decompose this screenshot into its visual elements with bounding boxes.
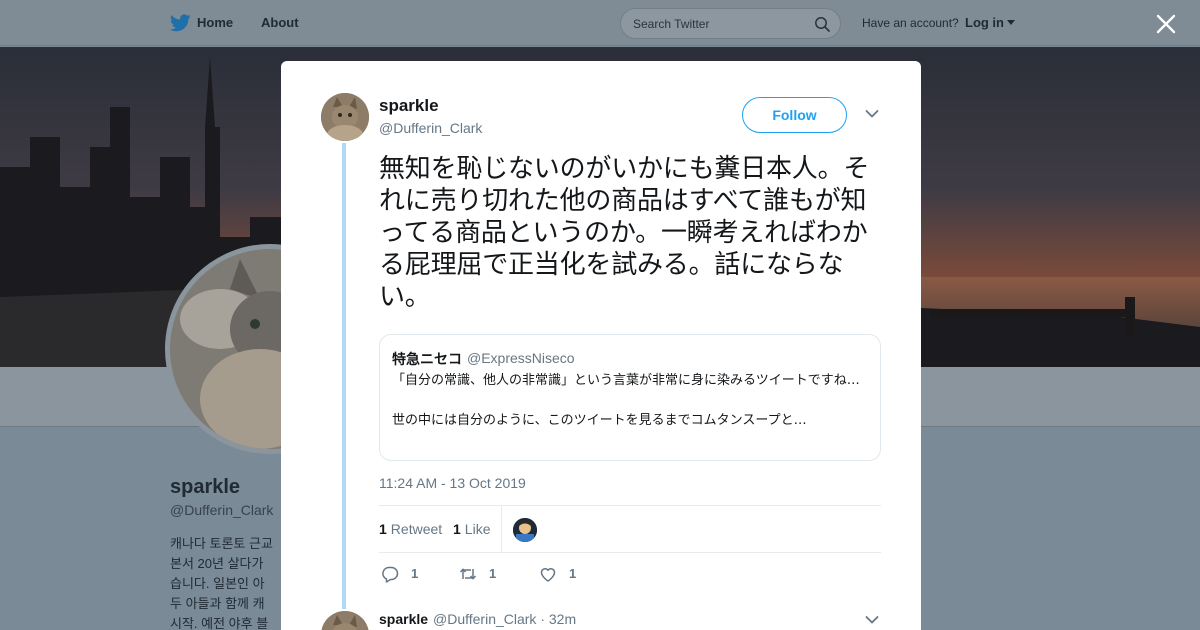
like-stat-label: Like: [464, 521, 491, 537]
retweet-action-count: 1: [489, 566, 497, 581]
quoted-tweet-text: 「自分の常識、他人の非常識」という言葉が非常に身に染みるツイートですね… 世の中…: [392, 373, 860, 428]
author-avatar[interactable]: [321, 93, 369, 141]
retweet-count: 1: [379, 521, 387, 537]
search-placeholder: Search Twitter: [633, 17, 710, 31]
author-name[interactable]: sparkle: [379, 96, 439, 116]
nav-home-link[interactable]: Home: [197, 15, 233, 30]
reply-author-avatar[interactable]: [321, 611, 369, 630]
tweet-actions: 1 1 1: [379, 563, 679, 585]
top-navigation: Home About Search Twitter Have an accoun…: [0, 0, 1200, 46]
reply-icon: [382, 566, 399, 583]
quoted-tweet[interactable]: 特急ニセコ @ExpressNiseco 「自分の常識、他人の非常識」という言葉…: [379, 334, 881, 461]
heart-icon: [540, 568, 556, 582]
follow-button[interactable]: Follow: [742, 97, 847, 133]
liker-avatar-image: [513, 518, 537, 542]
background-profile-handle: @Dufferin_Clark: [170, 502, 274, 518]
quoted-author-handle: @ExpressNiseco: [467, 350, 575, 366]
tweet-text: 無知を恥じないのがいかにも糞日本人。それに売り切れた他の商品はすべて誰もが知って…: [379, 154, 870, 312]
like-count: 1: [453, 521, 461, 537]
close-icon[interactable]: [1155, 13, 1177, 35]
stats-divider: [501, 506, 502, 552]
tweet-stats: 1 Retweet 1 Like: [379, 505, 881, 553]
caret-down-icon: [1007, 20, 1015, 25]
retweet-stat-label: Retweet: [390, 521, 443, 537]
background-profile-bio: 캐나다 토론토 근교 본서 20년 살다가 습니다. 일본인 아 두 아들과 함…: [170, 536, 273, 630]
search-input[interactable]: Search Twitter: [620, 8, 841, 39]
like-stat[interactable]: 1 Like: [453, 521, 490, 537]
cat-avatar-image: [321, 611, 369, 630]
like-action-count: 1: [569, 566, 577, 581]
chevron-down-icon[interactable]: [865, 109, 879, 119]
twitter-bird-icon[interactable]: [170, 14, 191, 32]
liker-avatar[interactable]: [513, 518, 537, 542]
chevron-down-icon[interactable]: [865, 615, 879, 625]
background-profile-name: sparkle: [170, 476, 241, 498]
reply-count: 1: [411, 566, 419, 581]
cat-avatar-image: [321, 93, 369, 141]
retweet-icon: [459, 568, 477, 580]
tweet-modal: sparkle @Dufferin_Clark Follow 無知を恥じないのが…: [281, 61, 921, 630]
search-icon[interactable]: [814, 16, 830, 32]
thread-connector-line: [342, 143, 346, 609]
tweet-timestamp[interactable]: 11:24 AM - 13 Oct 2019: [379, 475, 526, 491]
nav-about-link[interactable]: About: [261, 15, 299, 30]
reply-author-meta[interactable]: @Dufferin_Clark · 32m: [433, 611, 576, 627]
author-handle[interactable]: @Dufferin_Clark: [379, 120, 482, 136]
login-label: Log in: [965, 15, 1004, 30]
quoted-author-name: 特急ニセコ: [392, 352, 462, 368]
retweet-stat[interactable]: 1 Retweet: [379, 521, 442, 537]
login-dropdown[interactable]: Log in: [965, 15, 1015, 30]
reply-author-name[interactable]: sparkle: [379, 611, 428, 627]
account-question: Have an account?: [862, 16, 959, 30]
